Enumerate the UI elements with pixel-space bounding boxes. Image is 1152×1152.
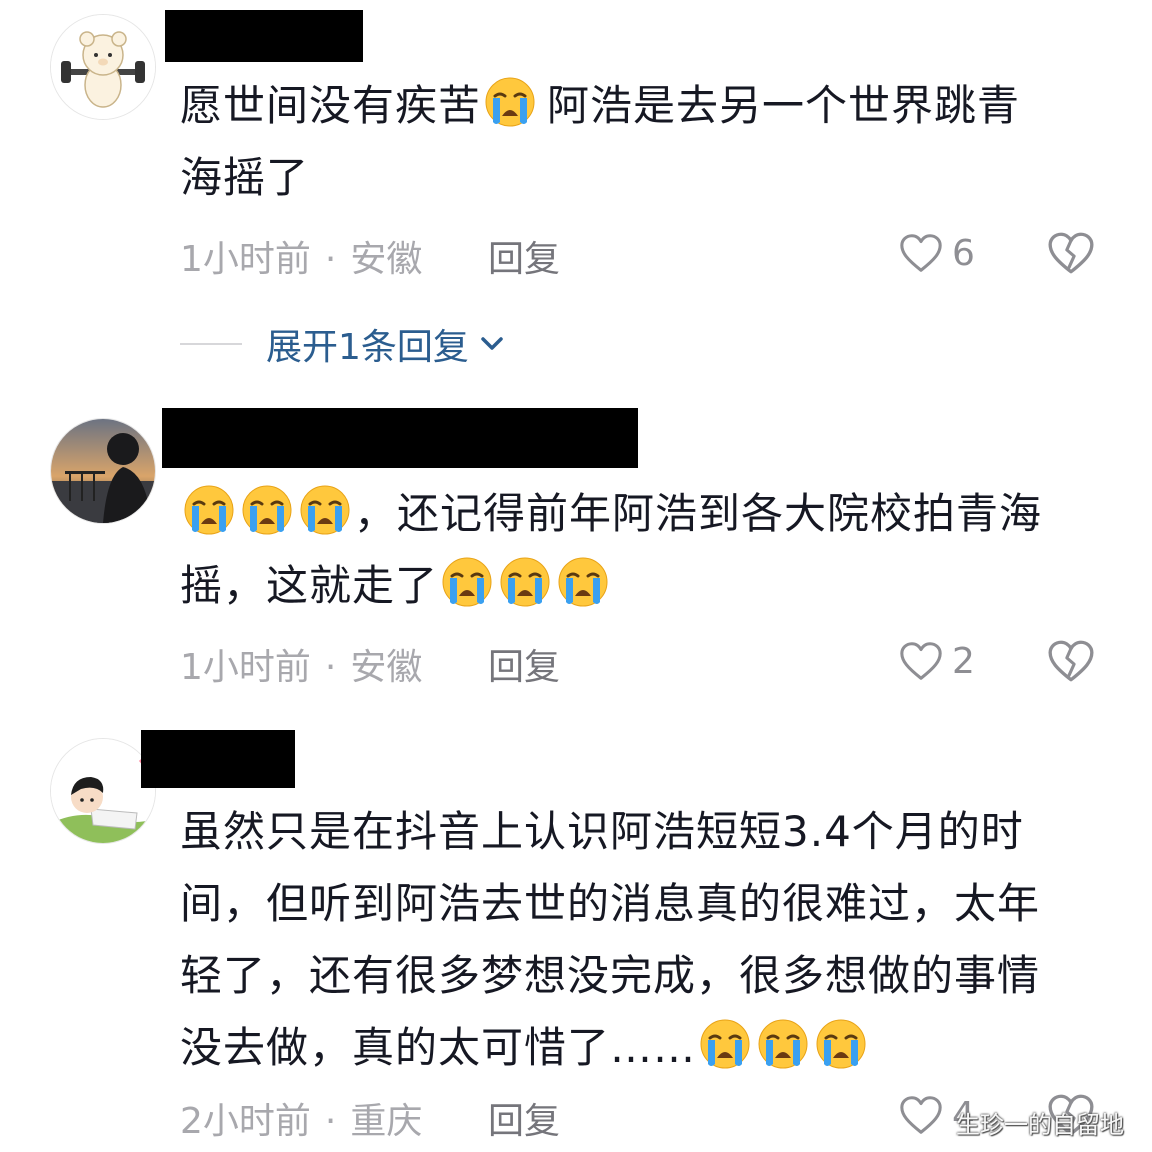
username-redacted <box>141 730 295 788</box>
expand-replies-label: 展开1条回复 <box>266 327 469 368</box>
reply-button[interactable]: 回复 <box>488 230 560 282</box>
like-button[interactable]: 6 <box>898 230 975 276</box>
broken-heart-icon[interactable] <box>1046 228 1096 278</box>
comment-text-line: ，还记得前年阿浩到各大院校拍青海 <box>354 489 1043 538</box>
reply-button[interactable]: 回复 <box>488 1092 560 1144</box>
like-button[interactable]: 2 <box>898 638 975 684</box>
crying-emoji-icon <box>484 76 536 128</box>
crying-emoji-icon <box>183 484 235 536</box>
comment-text-line: 轻了，还有很多梦想没完成，很多想做的事情 <box>180 951 1041 1000</box>
like-count: 6 <box>952 232 975 274</box>
crying-emoji-icon <box>815 1018 867 1070</box>
boy-avatar-icon <box>51 739 155 843</box>
comment-text-line: 没去做，真的太可惜了…… <box>180 1023 697 1072</box>
comment-text-line: 虽然只是在抖音上认识阿浩短短3.4个月的时 <box>180 807 1024 856</box>
sunset-avatar-icon <box>51 419 155 523</box>
comment-meta: 1小时前 · 安徽 <box>180 638 422 690</box>
heart-outline-icon <box>898 1092 944 1138</box>
avatar[interactable] <box>50 418 156 524</box>
meta-separator: · <box>324 647 337 688</box>
comment-text-line: 阿浩是去另一个世界跳青 <box>547 81 1021 130</box>
expand-replies-button[interactable]: 展开1条回复 <box>180 318 507 370</box>
comment-text-line: 摇，这就走了 <box>180 561 439 610</box>
comment-text-line: 海摇了 <box>180 153 310 202</box>
comment-text-line: 愿世间没有疾苦 <box>180 81 482 130</box>
crying-emoji-icon <box>557 556 609 608</box>
crying-emoji-icon <box>441 556 493 608</box>
comment-location: 重庆 <box>350 1101 423 1142</box>
comment-text: 愿世间没有疾苦 阿浩是去另一个世界跳青 海摇了 <box>180 70 1090 214</box>
comment-text: 虽然只是在抖音上认识阿浩短短3.4个月的时 间，但听到阿浩去世的消息真的很难过，… <box>180 796 1090 1084</box>
broken-heart-icon[interactable] <box>1046 636 1096 686</box>
chevron-down-icon <box>481 337 503 350</box>
comment-text-line: 间，但听到阿浩去世的消息真的很难过，太年 <box>180 879 1041 928</box>
heart-outline-icon <box>898 638 944 684</box>
comment-meta: 1小时前 · 安徽 <box>180 230 422 282</box>
like-count: 2 <box>952 640 975 682</box>
crying-emoji-icon <box>241 484 293 536</box>
heart-outline-icon <box>898 230 944 276</box>
reply-button[interactable]: 回复 <box>488 638 560 690</box>
username-redacted <box>162 408 638 468</box>
comment-time: 2小时前 <box>180 1101 311 1142</box>
username-redacted <box>165 10 363 62</box>
comment-location: 安徽 <box>350 647 423 688</box>
watermark: 生珍一的自留地 <box>956 1111 1124 1139</box>
comment-meta: 2小时前 · 重庆 <box>180 1092 422 1144</box>
crying-emoji-icon <box>299 484 351 536</box>
comment-text: ，还记得前年阿浩到各大院校拍青海 摇，这就走了 <box>180 478 1090 622</box>
comment-time: 1小时前 <box>180 647 311 688</box>
crying-emoji-icon <box>757 1018 809 1070</box>
comment-location: 安徽 <box>350 239 423 280</box>
comment-time: 1小时前 <box>180 239 311 280</box>
divider-line <box>180 343 242 345</box>
avatar[interactable] <box>50 14 156 120</box>
bear-avatar-icon <box>51 15 155 119</box>
crying-emoji-icon <box>699 1018 751 1070</box>
meta-separator: · <box>324 1101 337 1142</box>
crying-emoji-icon <box>499 556 551 608</box>
meta-separator: · <box>324 239 337 280</box>
